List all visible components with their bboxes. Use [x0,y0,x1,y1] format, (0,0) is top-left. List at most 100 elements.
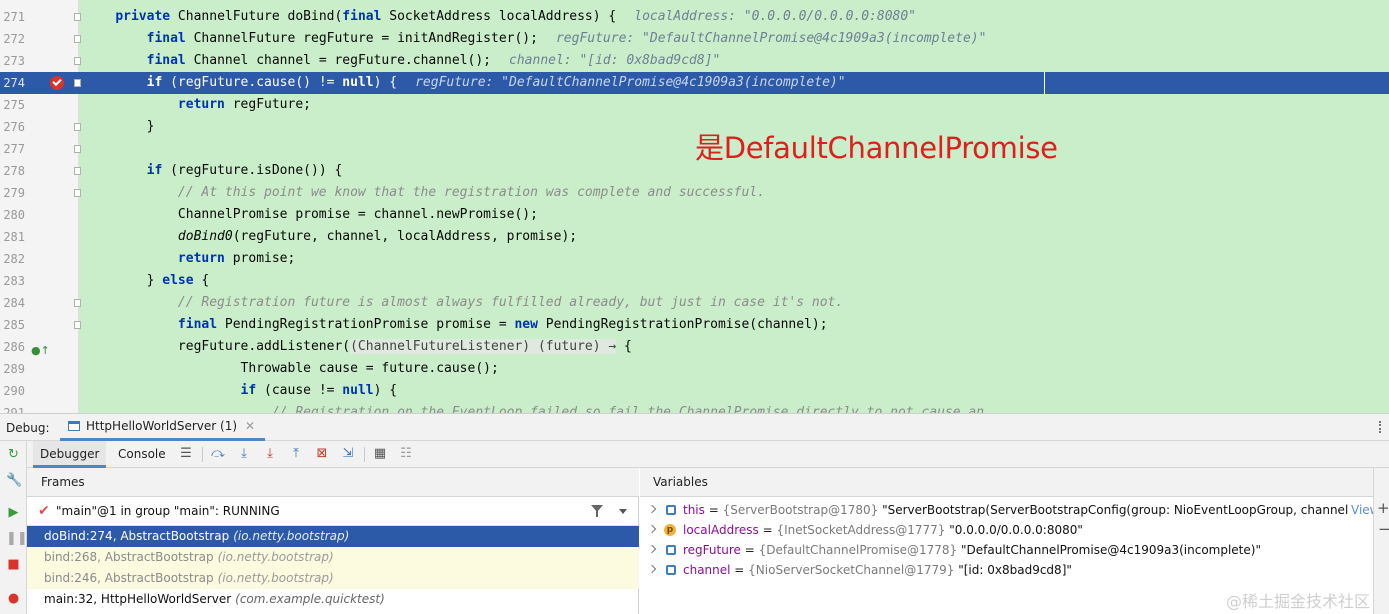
variable-row[interactable]: this = {ServerBootstrap@1780} "ServerBoo… [640,500,1373,520]
line-number[interactable]: 281 [0,226,25,248]
code-line[interactable]: 284 // Registration future is almost alw… [0,292,1389,314]
code-line[interactable]: 285 final PendingRegistrationPromise pro… [0,314,1389,336]
drop-frame-icon[interactable]: ⊠ [314,446,330,462]
code-text[interactable]: if (cause != null) { [84,380,398,402]
code-line[interactable]: 291 // Registration on the EventLoop fai… [0,402,1389,413]
code-text[interactable]: doBind0(regFuture, channel, localAddress… [84,226,577,248]
line-number[interactable]: 278 [0,160,25,182]
fold-marker-icon[interactable] [74,167,81,175]
code-text[interactable]: if (regFuture.cause() != null) {regFutur… [84,72,846,94]
code-line[interactable]: 272 final ChannelFuture regFuture = init… [0,28,1389,50]
code-text[interactable]: return promise; [84,248,295,270]
step-out-icon[interactable]: ⤒ [288,446,304,462]
code-text[interactable]: regFuture.addListener((ChannelFutureList… [84,336,632,358]
fold-marker-icon[interactable] [74,145,81,153]
view-link[interactable]: View [1348,500,1373,520]
code-text[interactable]: // Registration on the EventLoop failed … [84,402,984,413]
remove-watch-icon[interactable]: − [1378,520,1389,538]
code-line[interactable]: 275 return regFuture; [0,94,1389,116]
evaluate-expression-icon[interactable]: ▦ [372,446,388,462]
fold-marker-icon[interactable] [74,189,81,197]
line-number[interactable]: 279 [0,182,25,204]
pause-icon[interactable]: ❚❚ [6,531,28,546]
close-icon[interactable]: ✕ [245,419,255,433]
line-number[interactable]: 284 [0,292,25,314]
line-number[interactable]: 291 [0,402,25,413]
rerun-icon[interactable]: ↻ [6,447,21,462]
fold-marker-icon[interactable] [74,123,81,131]
stop-icon[interactable]: ■ [6,557,21,572]
expand-arrow-icon[interactable] [647,564,657,574]
fold-marker-icon[interactable] [74,13,81,21]
code-line[interactable]: 271 private ChannelFuture doBind(final S… [0,6,1389,28]
step-over-icon[interactable]: ⤼ [210,446,226,462]
line-number[interactable]: 272 [0,28,25,50]
line-number[interactable]: 276 [0,116,25,138]
code-text[interactable]: // Registration future is almost always … [84,292,843,314]
stack-frame[interactable]: doBind:274, AbstractBootstrap (io.netty.b… [27,526,639,547]
fold-marker-icon[interactable] [74,321,81,329]
code-text[interactable]: ChannelPromise promise = channel.newProm… [84,204,538,226]
expand-arrow-icon[interactable] [647,544,657,554]
code-text[interactable]: final ChannelFuture regFuture = initAndR… [84,28,987,50]
step-into-icon[interactable]: ⤓ [236,446,252,462]
stack-frame[interactable]: bind:268, AbstractBootstrap (io.netty.boo… [27,547,639,568]
variable-row[interactable]: regFuture = {DefaultChannelPromise@1778}… [640,540,1373,560]
code-line[interactable]: 273 final Channel channel = regFuture.ch… [0,50,1389,72]
fold-marker-icon[interactable] [74,35,81,43]
thread-selector[interactable]: ✔ "main"@1 in group "main": RUNNING [27,497,639,526]
code-line[interactable]: 282 return promise; [0,248,1389,270]
code-line[interactable]: 281 doBind0(regFuture, channel, localAdd… [0,226,1389,248]
code-text[interactable]: } else { [84,270,210,292]
force-step-into-icon[interactable]: ⤓ [262,446,278,462]
tab-debugger[interactable]: Debugger [33,441,107,468]
code-line[interactable]: 290 if (cause != null) { [0,380,1389,402]
options-icon[interactable] [1379,421,1383,433]
code-line[interactable]: 283 } else { [0,270,1389,292]
code-text[interactable]: // At this point we know that the regist… [84,182,765,204]
line-number[interactable]: 289 [0,358,25,380]
code-line[interactable]: 280 ChannelPromise promise = channel.new… [0,204,1389,226]
code-line[interactable]: 286 ●↑ regFuture.addListener((ChannelFutu… [0,336,1389,358]
line-number[interactable]: 282 [0,248,25,270]
tab-console[interactable]: Console [111,441,173,468]
line-number[interactable]: 283 [0,270,25,292]
line-number[interactable]: 280 [0,204,25,226]
chevron-down-icon[interactable] [619,509,627,514]
trace-icon[interactable]: ☷ [398,446,414,462]
code-text[interactable]: if (regFuture.isDone()) { [84,160,343,182]
code-text[interactable]: final PendingRegistrationPromise promise… [84,314,828,336]
line-number[interactable]: 271 [0,6,25,28]
code-line[interactable]: 274 if (regFuture.cause() != null) {regF… [0,72,1389,94]
wrench-icon[interactable]: 🔧 [6,473,22,488]
code-editor[interactable]: 271 private ChannelFuture doBind(final S… [0,0,1389,413]
debug-session-tab[interactable]: HttpHelloWorldServer (1) ✕ [60,414,266,441]
line-number[interactable]: 285 [0,314,25,336]
variable-row[interactable]: p localAddress = {InetSocketAddress@1777}… [640,520,1373,540]
line-number[interactable]: 286 [0,336,25,358]
expand-arrow-icon[interactable] [647,524,657,534]
code-text[interactable]: private ChannelFuture doBind(final Socke… [84,6,916,28]
line-number[interactable]: 290 [0,380,25,402]
fold-marker-icon[interactable] [74,79,81,87]
fold-marker-icon[interactable] [74,57,81,65]
code-text[interactable]: } [84,116,155,138]
code-lines[interactable]: 271 private ChannelFuture doBind(final S… [0,6,1389,413]
add-watch-icon[interactable]: + [1377,499,1389,517]
code-text[interactable]: return regFuture; [84,94,311,116]
line-number[interactable]: 275 [0,94,25,116]
code-line[interactable]: 289 Throwable cause = future.cause(); [0,358,1389,380]
menu-icon[interactable]: ☰ [178,446,194,462]
resume-icon[interactable]: ▶ [6,505,21,520]
line-number[interactable]: 277 [0,138,25,160]
variable-row[interactable]: channel = {NioServerSocketChannel@1779} … [640,560,1373,580]
line-number[interactable]: 273 [0,50,25,72]
expand-arrow-icon[interactable] [647,504,657,514]
stack-frame[interactable]: main:32, HttpHelloWorldServer (com.exampl… [27,589,639,610]
code-line[interactable]: 279 // At this point we know that the re… [0,182,1389,204]
stack-frame[interactable]: bind:246, AbstractBootstrap (io.netty.boo… [27,568,639,589]
fold-marker-icon[interactable] [74,299,81,307]
code-text[interactable]: final Channel channel = regFuture.channe… [84,50,721,72]
run-to-cursor-icon[interactable]: ⇲ [340,446,356,462]
breakpoint-icon[interactable] [50,76,64,90]
